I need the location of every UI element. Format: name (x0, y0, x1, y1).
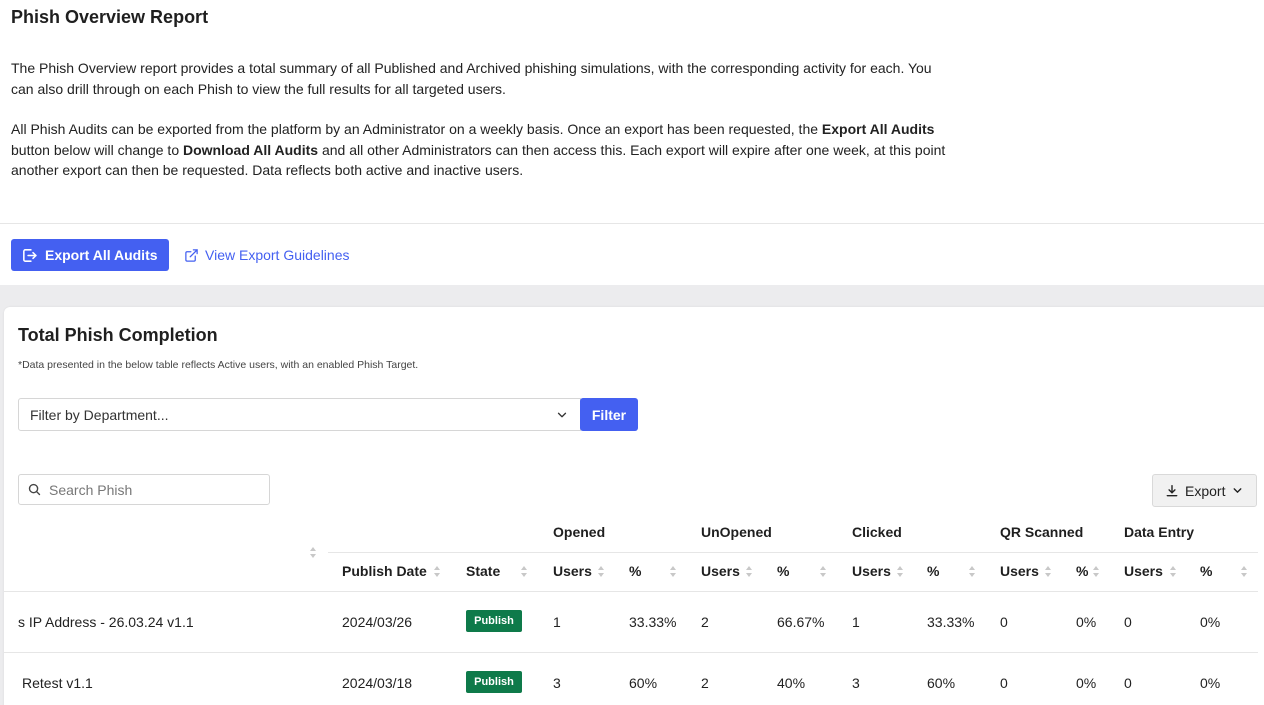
download-icon (1166, 484, 1178, 496)
intro-bold-export: Export All Audits (821, 121, 935, 137)
row-2-clicked-pct: 60% (927, 675, 956, 691)
column-header-qr-users[interactable]: Users (1000, 563, 1039, 579)
column-header-opened-users[interactable]: Users (553, 563, 592, 579)
row-2-opened-pct: 60% (629, 675, 658, 691)
header-bottom-divider (4, 591, 1258, 592)
section-divider (0, 223, 1264, 224)
column-header-data-users[interactable]: Users (1124, 563, 1163, 579)
filter-button[interactable]: Filter (580, 398, 638, 431)
row-2-data-users: 0 (1124, 675, 1132, 691)
column-header-opened-pct[interactable]: % (629, 563, 641, 579)
column-header-unopened-users[interactable]: Users (701, 563, 740, 579)
sort-icon-opened-users[interactable] (598, 566, 605, 577)
column-header-qr-pct[interactable]: % (1076, 563, 1088, 579)
sort-icon-clicked-users[interactable] (897, 566, 904, 577)
export-all-audits-button[interactable]: Export All Audits (11, 239, 169, 271)
intro-paragraph-1: The Phish Overview report provides a tot… (11, 60, 932, 97)
row-1-data-pct: 0% (1200, 614, 1221, 630)
group-header-data-entry: Data Entry (1124, 524, 1195, 540)
sort-icon-data-pct[interactable] (1241, 566, 1248, 577)
search-icon (28, 483, 41, 496)
row-1-clicked-users: 1 (852, 614, 860, 630)
group-header-clicked: Clicked (852, 524, 902, 540)
export-icon (23, 248, 37, 262)
row-2-phish-name[interactable]: Retest v1.1 (22, 675, 93, 691)
row-2-qr-pct: 0% (1076, 675, 1097, 691)
intro-text: button below will change to (11, 141, 183, 158)
group-header-qr-scanned: QR Scanned (1000, 524, 1084, 540)
column-header-state[interactable]: State (466, 563, 500, 579)
report-header-section: Phish Overview Report The Phish Overview… (0, 0, 1264, 285)
sort-icon-opened-pct[interactable] (670, 566, 677, 577)
row-2-qr-users: 0 (1000, 675, 1008, 691)
row-1-publish-date: 2024/03/26 (342, 614, 413, 630)
row-divider (4, 652, 1258, 653)
row-1-unopened-users: 2 (701, 614, 709, 630)
row-1-qr-users: 0 (1000, 614, 1008, 630)
page-title: Phish Overview Report (11, 7, 209, 27)
view-export-guidelines-label: View Export Guidelines (205, 247, 350, 263)
intro-bold-download: Download All Audits (183, 141, 319, 158)
row-1-data-users: 0 (1124, 614, 1132, 630)
row-1-opened-pct: 33.33% (629, 614, 677, 630)
department-filter-placeholder: Filter by Department... (30, 406, 169, 423)
report-description: The Phish Overview report provides a tot… (11, 58, 951, 201)
card-note: *Data presented in the below table refle… (18, 359, 419, 371)
sort-icon-clicked-pct[interactable] (969, 566, 976, 577)
column-header-clicked-pct[interactable]: % (927, 563, 939, 579)
sort-icon-unopened-users[interactable] (746, 566, 753, 577)
sort-icon-unopened-pct[interactable] (820, 566, 827, 577)
view-export-guidelines-link[interactable]: View Export Guidelines (184, 244, 349, 266)
header-divider (328, 552, 1258, 553)
row-2-publish-date: 2024/03/18 (342, 675, 413, 691)
export-dropdown-label: Export (1185, 482, 1226, 499)
row-2-opened-users: 3 (553, 675, 561, 691)
sort-icon-qr-pct[interactable] (1093, 566, 1100, 577)
row-1-status-badge: Publish (466, 610, 522, 632)
sort-icon-data-users[interactable] (1170, 566, 1177, 577)
column-header-publish-date[interactable]: Publish Date (342, 563, 427, 579)
sort-icon-state[interactable] (521, 566, 528, 577)
row-2-unopened-users: 2 (701, 675, 709, 691)
group-header-unopened: UnOpened (701, 524, 772, 540)
search-phish-field[interactable] (18, 474, 270, 505)
intro-text: All Phish Audits can be exported from th… (11, 121, 822, 137)
sort-icon-name[interactable] (310, 547, 317, 558)
row-2-clicked-users: 3 (852, 675, 860, 691)
sort-icon-qr-users[interactable] (1045, 566, 1052, 577)
column-header-data-pct[interactable]: % (1200, 563, 1212, 579)
row-1-qr-pct: 0% (1076, 614, 1097, 630)
group-header-opened: Opened (553, 524, 606, 540)
row-2-unopened-pct: 40% (777, 675, 806, 691)
row-1-opened-users: 1 (553, 614, 561, 630)
external-link-icon (185, 248, 198, 262)
chevron-down-icon (557, 412, 567, 418)
row-2-data-pct: 0% (1200, 675, 1221, 691)
row-2-status-badge: Publish (466, 671, 522, 693)
row-1-unopened-pct: 66.67% (777, 614, 825, 630)
column-header-clicked-users[interactable]: Users (852, 563, 891, 579)
row-1-clicked-pct: 33.33% (927, 614, 975, 630)
export-all-audits-label: Export All Audits (45, 247, 158, 263)
card-title: Total Phish Completion (18, 325, 218, 345)
intro-paragraph-2: All Phish Audits can be exported from th… (11, 119, 951, 181)
total-phish-completion-card: Total Phish Completion *Data presented i… (4, 307, 1264, 705)
chevron-down-icon (1234, 488, 1242, 493)
column-header-unopened-pct[interactable]: % (777, 563, 789, 579)
department-filter-select[interactable]: Filter by Department... (18, 398, 581, 431)
search-phish-input[interactable] (49, 481, 259, 498)
export-dropdown-button[interactable]: Export (1152, 474, 1257, 507)
row-1-phish-name[interactable]: s IP Address - 26.03.24 v1.1 (18, 614, 194, 630)
sort-icon-publish-date[interactable] (434, 566, 441, 577)
